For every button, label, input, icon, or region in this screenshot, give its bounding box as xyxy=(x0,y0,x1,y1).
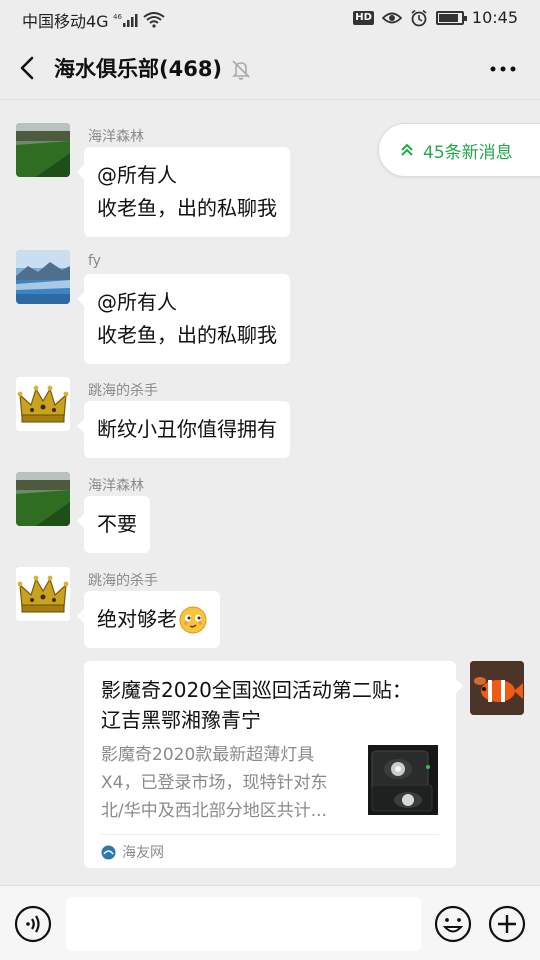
sender-name: 海洋森林 xyxy=(88,129,144,145)
eye-icon xyxy=(381,12,402,23)
message-line: @所有人 xyxy=(97,290,177,314)
status-left: 中国移动4G 46 xyxy=(22,8,165,32)
chat-title: 海水俱乐部(468) xyxy=(54,57,223,81)
clownfish-avatar[interactable] xyxy=(470,661,524,715)
message-line: 断纹小丑你值得拥有 xyxy=(97,417,277,441)
smirk-emoji xyxy=(179,606,207,633)
message-bubble[interactable]: @所有人 收老鱼，出的私聊我 xyxy=(77,147,290,237)
voice-icon[interactable] xyxy=(14,905,52,943)
link-card-source-label: 海友网 xyxy=(122,845,164,861)
message-input[interactable] xyxy=(66,897,421,951)
new-messages-button[interactable]: 45条新消息 xyxy=(378,123,540,177)
chevron-left-icon[interactable] xyxy=(14,53,44,83)
message-bubble[interactable]: @所有人 收老鱼，出的私聊我 xyxy=(77,274,290,364)
bell-off-icon xyxy=(232,60,250,80)
chat-header: 海水俱乐部(468) xyxy=(0,36,540,100)
double-chevron-up-icon xyxy=(401,143,413,156)
link-card-description: 影魔奇2020款最新超薄灯具 X4，已登录市场，现特针对东 北/华中及西北部分地… xyxy=(101,741,357,825)
link-card-desc-line: 北/华中及西北部分地区共计... xyxy=(101,801,327,821)
link-card-desc-line: X4，已登录市场，现特针对东 xyxy=(101,773,328,793)
message-bubble[interactable]: 绝对够老 xyxy=(77,591,220,648)
plus-icon[interactable] xyxy=(488,905,526,943)
battery-fill xyxy=(438,13,459,22)
crown-avatar[interactable] xyxy=(16,567,70,621)
lake-mountain-avatar[interactable] xyxy=(16,250,70,304)
link-card-divider xyxy=(101,834,439,835)
clock: 10:45 xyxy=(471,8,518,27)
signal-icon: 46 xyxy=(113,13,138,27)
sender-name: fy xyxy=(88,253,101,269)
carrier-label: 中国移动4G xyxy=(22,12,109,31)
sender-name: 海洋森林 xyxy=(88,478,144,494)
message-bubble[interactable]: 不要 xyxy=(77,496,150,553)
new-messages-label: 45条新消息 xyxy=(423,142,513,163)
svg-text:46: 46 xyxy=(113,13,122,21)
status-right: HD 10:45 xyxy=(353,8,518,27)
link-card-title: 影魔奇2020全国巡回活动第二贴： 辽吉黑鄂湘豫青宁 xyxy=(101,678,412,732)
sender-name: 跳海的杀手 xyxy=(88,383,158,399)
input-bar xyxy=(0,885,540,960)
message-bubble[interactable]: 断纹小丑你值得拥有 xyxy=(77,401,290,458)
hd-badge: HD xyxy=(353,10,374,25)
grass-landscape-avatar[interactable] xyxy=(16,123,70,177)
message-line: 不要 xyxy=(97,512,137,536)
link-card-source: 海友网 xyxy=(101,842,164,862)
grass-landscape-avatar[interactable] xyxy=(16,472,70,526)
site-logo-icon xyxy=(101,845,116,859)
link-card-desc-line: 影魔奇2020款最新超薄灯具 xyxy=(101,745,315,765)
message-line: 收老鱼，出的私聊我 xyxy=(97,323,277,347)
crown-avatar[interactable] xyxy=(16,377,70,431)
sender-name: 跳海的杀手 xyxy=(88,573,158,589)
link-card-thumbnail xyxy=(368,745,438,815)
message-line: @所有人 xyxy=(97,163,177,187)
link-card[interactable]: 影魔奇2020全国巡回活动第二贴： 辽吉黑鄂湘豫青宁 影魔奇2020款最新超薄灯… xyxy=(84,661,463,868)
alarm-icon xyxy=(411,9,427,26)
wifi-icon xyxy=(142,12,165,28)
battery-icon xyxy=(435,10,467,25)
emoji-icon[interactable] xyxy=(434,905,472,943)
more-dots-icon[interactable] xyxy=(488,56,518,82)
message-line: 绝对够老 xyxy=(97,607,177,631)
message-line: 收老鱼，出的私聊我 xyxy=(97,196,277,220)
status-bar: 中国移动4G 46 HD 10:45 xyxy=(0,0,540,36)
